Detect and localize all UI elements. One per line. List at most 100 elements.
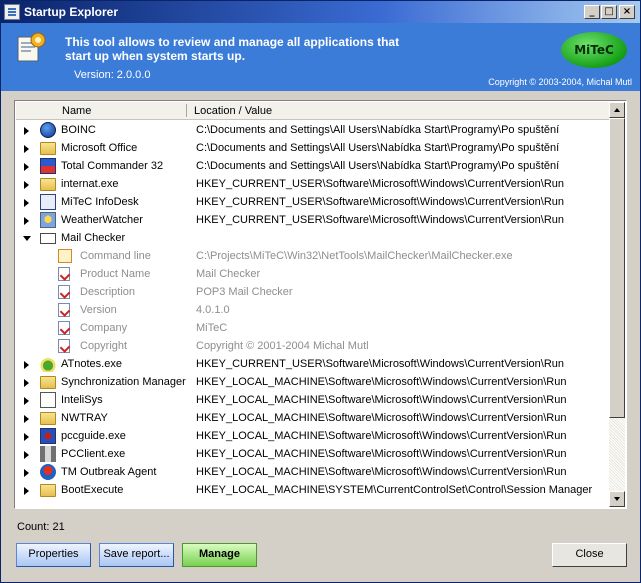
boinc-icon xyxy=(40,122,56,138)
detail-value: C:\Projects\MiTeC\Win32\NetTools\MailChe… xyxy=(196,250,513,262)
weather-icon xyxy=(40,212,56,228)
expand-arrow-icon[interactable] xyxy=(24,163,29,171)
list-item[interactable]: Microsoft Office C:\Documents and Setting… xyxy=(16,139,611,157)
property-icon xyxy=(58,303,70,317)
scrollbar-thumb[interactable] xyxy=(609,118,625,418)
list-item[interactable]: BootExecute HKEY_LOCAL_MACHINE\SYSTEM\Cur… xyxy=(16,481,611,499)
detail-row[interactable]: Version 4.0.1.0 xyxy=(16,301,611,319)
expand-arrow-icon[interactable] xyxy=(24,127,29,135)
expand-arrow-icon[interactable] xyxy=(24,199,29,207)
list-item[interactable]: TM Outbreak Agent HKEY_LOCAL_MACHINE\Soft… xyxy=(16,463,611,481)
property-icon xyxy=(58,267,70,281)
list-item[interactable]: Synchronization Manager HKEY_LOCAL_MACHIN… xyxy=(16,373,611,391)
expand-arrow-icon[interactable] xyxy=(24,361,29,369)
item-location: C:\Documents and Settings\All Users\Nabí… xyxy=(196,142,560,154)
outbreak-icon xyxy=(40,464,56,480)
detail-value: POP3 Mail Checker xyxy=(196,286,293,298)
list-item[interactable]: PCClient.exe HKEY_LOCAL_MACHINE\Software\… xyxy=(16,445,611,463)
detail-row[interactable]: Company MiTeC xyxy=(16,319,611,337)
expand-arrow-icon[interactable] xyxy=(24,379,29,387)
close-button[interactable]: Close xyxy=(552,543,627,567)
expand-arrow-icon[interactable] xyxy=(24,145,29,153)
detail-value: 4.0.1.0 xyxy=(196,304,230,316)
mitec-logo: MiTeC xyxy=(561,32,627,68)
column-header-location[interactable]: Location / Value xyxy=(194,105,272,117)
startup-list[interactable]: Name Location / Value BOINC C:\Documents … xyxy=(14,100,627,509)
item-name: PCClient.exe xyxy=(61,448,126,460)
list-rows: BOINC C:\Documents and Settings\All Users… xyxy=(16,121,611,499)
list-item[interactable]: WeatherWatcher HKEY_CURRENT_USER\Software… xyxy=(16,211,611,229)
detail-name: Description xyxy=(80,286,136,298)
item-name: WeatherWatcher xyxy=(61,214,143,226)
command-line-icon xyxy=(58,249,72,263)
list-item[interactable]: pccguide.exe HKEY_LOCAL_MACHINE\Software\… xyxy=(16,427,611,445)
item-location: C:\Documents and Settings\All Users\Nabí… xyxy=(196,160,560,172)
maximize-button[interactable]: □ xyxy=(601,5,617,19)
list-item-expanded[interactable]: Mail Checker xyxy=(16,229,611,247)
startup-explorer-window: Startup Explorer _ □ × This tool allows … xyxy=(0,0,641,583)
expand-arrow-icon[interactable] xyxy=(24,415,29,423)
folder-icon xyxy=(40,178,56,191)
list-item[interactable]: Total Commander 32 C:\Documents and Setti… xyxy=(16,157,611,175)
expand-arrow-icon[interactable] xyxy=(24,181,29,189)
folder-icon xyxy=(40,142,56,155)
detail-row[interactable]: Command line C:\Projects\MiTeC\Win32\NetT… xyxy=(16,247,611,265)
detail-value: Copyright © 2001-2004 Michal Mutl xyxy=(196,340,369,352)
detail-name: Company xyxy=(80,322,128,334)
item-name: ATnotes.exe xyxy=(61,358,122,370)
expand-arrow-icon[interactable] xyxy=(24,397,29,405)
list-item[interactable]: ATnotes.exe HKEY_CURRENT_USER\Software\Mi… xyxy=(16,355,611,373)
item-name: pccguide.exe xyxy=(61,430,126,442)
item-location: HKEY_LOCAL_MACHINE\Software\Microsoft\Wi… xyxy=(196,430,567,442)
item-name: BOINC xyxy=(61,124,96,136)
item-location: HKEY_LOCAL_MACHINE\Software\Microsoft\Wi… xyxy=(196,448,567,460)
item-count: Count: 21 xyxy=(17,521,65,533)
scroll-down-button[interactable] xyxy=(609,491,625,507)
detail-row[interactable]: Description POP3 Mail Checker xyxy=(16,283,611,301)
expand-arrow-icon[interactable] xyxy=(24,217,29,225)
detail-row[interactable]: Copyright Copyright © 2001-2004 Michal Mu… xyxy=(16,337,611,355)
detail-name: Version xyxy=(80,304,117,316)
item-name: BootExecute xyxy=(61,484,124,496)
header-banner: This tool allows to review and manage al… xyxy=(1,23,640,91)
list-item[interactable]: InteliSys HKEY_LOCAL_MACHINE\Software\Mic… xyxy=(16,391,611,409)
collapse-arrow-icon[interactable] xyxy=(23,236,31,241)
folder-icon xyxy=(40,412,56,425)
startup-explorer-icon xyxy=(17,32,46,62)
expand-arrow-icon[interactable] xyxy=(24,433,29,441)
expand-arrow-icon[interactable] xyxy=(24,469,29,477)
list-item[interactable]: MiTeC InfoDesk HKEY_CURRENT_USER\Software… xyxy=(16,193,611,211)
item-location: HKEY_LOCAL_MACHINE\Software\Microsoft\Wi… xyxy=(196,394,567,406)
banner-description: This tool allows to review and manage al… xyxy=(65,35,400,63)
item-name: Total Commander 32 xyxy=(61,160,164,172)
minimize-button[interactable]: _ xyxy=(584,5,600,19)
vertical-scrollbar[interactable] xyxy=(609,102,625,507)
detail-name: Copyright xyxy=(80,340,128,352)
expand-arrow-icon[interactable] xyxy=(24,487,29,495)
list-item[interactable]: internat.exe HKEY_CURRENT_USER\Software\M… xyxy=(16,175,611,193)
folder-icon xyxy=(40,484,56,497)
item-location: HKEY_CURRENT_USER\Software\Microsoft\Win… xyxy=(196,358,565,370)
save-report-button[interactable]: Save report... xyxy=(99,543,174,567)
item-name: InteliSys xyxy=(61,394,103,406)
pccguide-icon xyxy=(40,428,56,444)
close-window-button[interactable]: × xyxy=(619,5,635,19)
property-icon xyxy=(58,285,70,299)
item-location: HKEY_LOCAL_MACHINE\Software\Microsoft\Wi… xyxy=(196,412,567,424)
property-icon xyxy=(58,321,70,335)
expand-arrow-icon[interactable] xyxy=(24,451,29,459)
column-header-name[interactable]: Name xyxy=(62,105,91,117)
properties-button[interactable]: Properties xyxy=(16,543,91,567)
column-separator[interactable] xyxy=(186,104,187,117)
manage-button[interactable]: Manage xyxy=(182,543,257,567)
copyright-label: Copyright © 2003-2004, Michal Mutl xyxy=(488,77,632,87)
detail-row[interactable]: Product Name Mail Checker xyxy=(16,265,611,283)
list-item[interactable]: NWTRAY HKEY_LOCAL_MACHINE\Software\Micros… xyxy=(16,409,611,427)
title-bar[interactable]: Startup Explorer _ □ × xyxy=(1,1,640,23)
plug-icon xyxy=(40,446,56,462)
detail-value: MiTeC xyxy=(196,322,228,334)
list-item[interactable]: BOINC C:\Documents and Settings\All Users… xyxy=(16,121,611,139)
app-icon xyxy=(4,4,20,20)
scroll-up-button[interactable] xyxy=(609,102,625,118)
item-name: Microsoft Office xyxy=(61,142,138,154)
